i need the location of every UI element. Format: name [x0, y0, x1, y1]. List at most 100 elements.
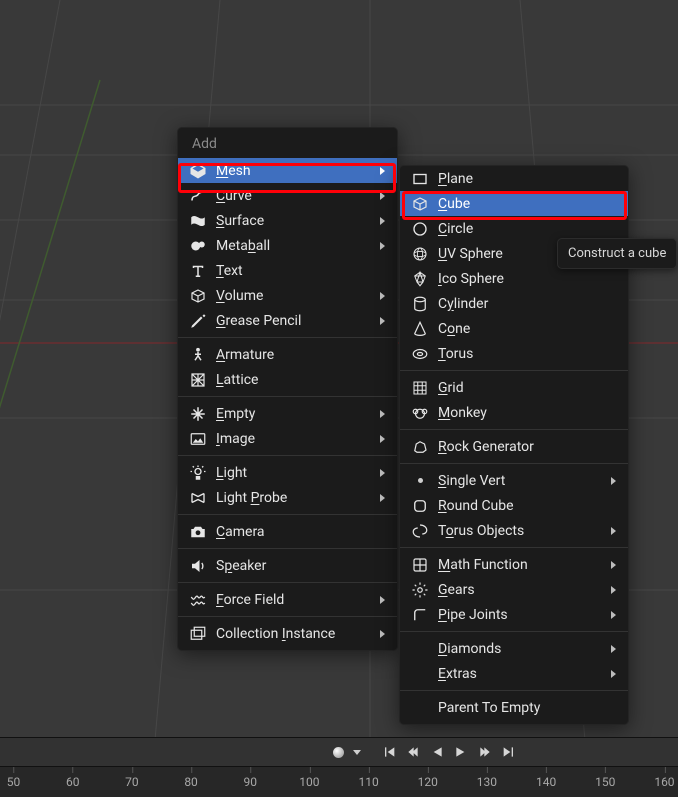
- timeline-tick: 110: [358, 775, 378, 789]
- menu-item-plane[interactable]: Plane: [400, 166, 628, 191]
- autokey-record-icon[interactable]: [333, 747, 344, 758]
- menu-item-image[interactable]: Image: [178, 426, 397, 451]
- submenu-arrow-icon: [380, 292, 385, 300]
- timeline-tick: 160: [654, 775, 674, 789]
- menu-item-label: Empty: [216, 406, 362, 422]
- timeline-tick: 100: [299, 775, 319, 789]
- menu-item-label: Grease Pencil: [216, 313, 362, 329]
- menu-item-collection-instance[interactable]: Collection Instance: [178, 621, 397, 646]
- menu-item-surface[interactable]: Surface: [178, 208, 397, 233]
- timeline-tick: 150: [595, 775, 615, 789]
- bullet-icon: [410, 471, 430, 491]
- menu-item-diamonds[interactable]: Diamonds: [400, 636, 628, 661]
- icosphere-icon: [410, 269, 430, 289]
- lattice-icon: [188, 370, 208, 390]
- menu-item-empty[interactable]: Empty: [178, 401, 397, 426]
- autokey-dropdown[interactable]: [348, 741, 366, 763]
- menu-item-rock-generator[interactable]: Rock Generator: [400, 434, 628, 459]
- menu-item-monkey[interactable]: Monkey: [400, 400, 628, 425]
- submenu-arrow-icon: [611, 586, 616, 594]
- speaker-icon: [188, 556, 208, 576]
- menu-item-label: Math Function: [438, 557, 593, 573]
- menu-item-text[interactable]: Text: [178, 258, 397, 283]
- menu-separator: [400, 547, 628, 548]
- menu-item-label: Mesh: [216, 163, 362, 179]
- menu-item-label: Round Cube: [438, 498, 616, 514]
- timeline-ruler[interactable]: 5060708090100110120130140150160: [0, 766, 678, 797]
- menu-item-label: Rock Generator: [438, 439, 616, 455]
- menu-separator: [400, 370, 628, 371]
- menu-item-single-vert[interactable]: Single Vert: [400, 468, 628, 493]
- menu-item-label: Monkey: [438, 405, 616, 421]
- submenu-arrow-icon: [380, 242, 385, 250]
- jump-prev-keyframe-button[interactable]: [402, 741, 424, 763]
- menu-item-round-cube[interactable]: Round Cube: [400, 493, 628, 518]
- play-button[interactable]: [450, 741, 472, 763]
- mesh-icon: [188, 161, 208, 181]
- menu-item-label: Parent To Empty: [438, 700, 616, 716]
- menu-item-label: Cylinder: [438, 296, 616, 312]
- menu-item-grease-pencil[interactable]: Grease Pencil: [178, 308, 397, 333]
- tooltip: Construct a cube: [557, 238, 677, 269]
- menu-separator: [178, 514, 397, 515]
- force-field-icon: [188, 590, 208, 610]
- timeline-toolbar: [0, 738, 678, 766]
- menu-title: Add: [178, 128, 397, 158]
- menu-item-light[interactable]: Light: [178, 460, 397, 485]
- menu-item-label: Cone: [438, 321, 616, 337]
- menu-item-cone[interactable]: Cone: [400, 316, 628, 341]
- menu-item-label: Speaker: [216, 558, 385, 574]
- menu-item-cube[interactable]: Cube: [400, 191, 628, 216]
- menu-item-label: Circle: [438, 221, 616, 237]
- play-reverse-button[interactable]: [426, 741, 448, 763]
- torusobj-icon: [410, 521, 430, 541]
- menu-item-camera[interactable]: Camera: [178, 519, 397, 544]
- menu-item-label: Plane: [438, 171, 616, 187]
- menu-item-torus-objects[interactable]: Torus Objects: [400, 518, 628, 543]
- submenu-arrow-icon: [380, 469, 385, 477]
- menu-item-curve[interactable]: Curve: [178, 183, 397, 208]
- menu-item-cylinder[interactable]: Cylinder: [400, 291, 628, 316]
- menu-item-lattice[interactable]: Lattice: [178, 367, 397, 392]
- menu-item-light-probe[interactable]: Light Probe: [178, 485, 397, 510]
- jump-next-keyframe-button[interactable]: [474, 741, 496, 763]
- menu-item-label: Image: [216, 431, 362, 447]
- submenu-arrow-icon: [380, 630, 385, 638]
- circle-icon: [410, 219, 430, 239]
- armature-icon: [188, 345, 208, 365]
- menu-item-math-function[interactable]: Math Function: [400, 552, 628, 577]
- menu-item-ico-sphere[interactable]: Ico Sphere: [400, 266, 628, 291]
- menu-item-torus[interactable]: Torus: [400, 341, 628, 366]
- menu-item-volume[interactable]: Volume: [178, 283, 397, 308]
- menu-item-label: Collection Instance: [216, 626, 362, 642]
- light-icon: [188, 463, 208, 483]
- menu-item-metaball[interactable]: Metaball: [178, 233, 397, 258]
- menu-separator: [178, 582, 397, 583]
- menu-item-force-field[interactable]: Force Field: [178, 587, 397, 612]
- timeline-tick: 80: [184, 775, 198, 789]
- jump-to-end-button[interactable]: [498, 741, 520, 763]
- timeline-tick: 70: [125, 775, 139, 789]
- menu-item-pipe-joints[interactable]: Pipe Joints: [400, 602, 628, 627]
- menu-item-mesh[interactable]: Mesh: [178, 158, 397, 183]
- menu-item-label: Extras: [438, 666, 593, 682]
- jump-to-start-button[interactable]: [378, 741, 400, 763]
- menu-item-parent-to-empty[interactable]: Parent To Empty: [400, 695, 628, 720]
- menu-item-armature[interactable]: Armature: [178, 342, 397, 367]
- menu-item-grid[interactable]: Grid: [400, 375, 628, 400]
- submenu-arrow-icon: [611, 670, 616, 678]
- menu-item-speaker[interactable]: Speaker: [178, 553, 397, 578]
- add-menu: Add Mesh CurveSurfaceMetaballTextVolume Gr…: [177, 127, 398, 651]
- menu-item-gears[interactable]: Gears: [400, 577, 628, 602]
- timeline-tick: 50: [7, 775, 21, 789]
- menu-separator: [400, 631, 628, 632]
- menu-item-extras[interactable]: Extras: [400, 661, 628, 686]
- menu-item-label: Force Field: [216, 592, 362, 608]
- timeline-tick: 130: [477, 775, 497, 789]
- cone-icon: [410, 319, 430, 339]
- menu-item-label: Single Vert: [438, 473, 593, 489]
- menu-item-label: Armature: [216, 347, 385, 363]
- submenu-arrow-icon: [380, 596, 385, 604]
- volume-icon: [188, 286, 208, 306]
- plane-icon: [410, 169, 430, 189]
